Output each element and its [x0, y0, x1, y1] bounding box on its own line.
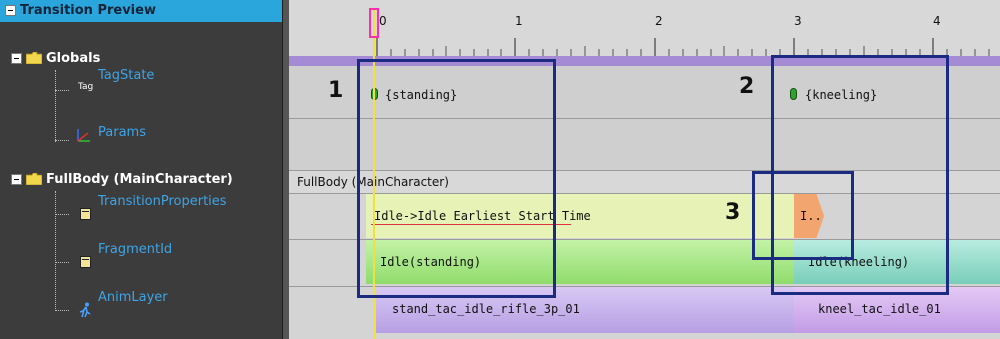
tree-item-label: FragmentId: [98, 242, 173, 257]
anim-standing-label: stand_tac_idle_rifle_3p_01: [392, 302, 580, 316]
callout-number-3: 3: [725, 200, 741, 225]
clip-icon: [80, 256, 91, 268]
ruler-label-0: 0: [379, 14, 387, 28]
tree-panel: Transition Preview Globals Tag TagState …: [0, 0, 283, 339]
ruler-label-1: 1: [515, 14, 523, 28]
callout-number-1: 1: [328, 78, 344, 103]
folder-icon: [26, 52, 42, 64]
tree-item-anim-layer[interactable]: AnimLayer: [0, 290, 282, 318]
tree-item-label: Params: [98, 125, 146, 140]
playhead-handle[interactable]: [369, 8, 379, 38]
anim-kneeling-label: kneel_tac_idle_01: [818, 302, 941, 316]
tree-item-transition-properties[interactable]: TransitionProperties: [0, 194, 282, 220]
ruler-label-3: 3: [794, 14, 802, 28]
collapse-icon[interactable]: [11, 174, 22, 185]
tree-item-label: TagState: [98, 68, 155, 83]
tree-header-label: Transition Preview: [20, 3, 156, 18]
ruler-label-4: 4: [933, 14, 941, 28]
collapse-icon[interactable]: [11, 53, 22, 64]
ruler-label-2: 2: [655, 14, 663, 28]
tree-item-tagstate[interactable]: Tag TagState: [0, 68, 282, 95]
tree-item-fullbody[interactable]: FullBody (MainCharacter): [0, 168, 282, 192]
callout-box-3: [752, 171, 854, 260]
tree-item-label: FullBody (MainCharacter): [46, 172, 233, 187]
tree-item-label: TransitionProperties: [98, 194, 227, 209]
tree-item-fragment-id[interactable]: FragmentId: [0, 242, 282, 268]
axis-icon: [77, 129, 90, 142]
callout-box-1: [357, 59, 556, 298]
tag-icon: Tag: [78, 82, 94, 92]
running-figure-icon: [79, 302, 91, 318]
ruler-ticks: [376, 38, 990, 56]
callout-number-2: 2: [739, 74, 755, 99]
tree-item-params[interactable]: Params: [0, 121, 282, 145]
collapse-icon[interactable]: [5, 5, 16, 16]
tree-item-label: AnimLayer: [98, 290, 168, 305]
tree-item-label: Globals: [46, 51, 101, 66]
tree-header-transition-preview[interactable]: Transition Preview: [0, 0, 282, 22]
clip-icon: [80, 208, 91, 220]
timeline-panel[interactable]: 0 1 2 3 4 FullBody (MainCharacter) {stan…: [289, 0, 1000, 339]
time-ruler[interactable]: 0 1 2 3 4: [289, 0, 1000, 56]
folder-icon: [26, 173, 42, 185]
